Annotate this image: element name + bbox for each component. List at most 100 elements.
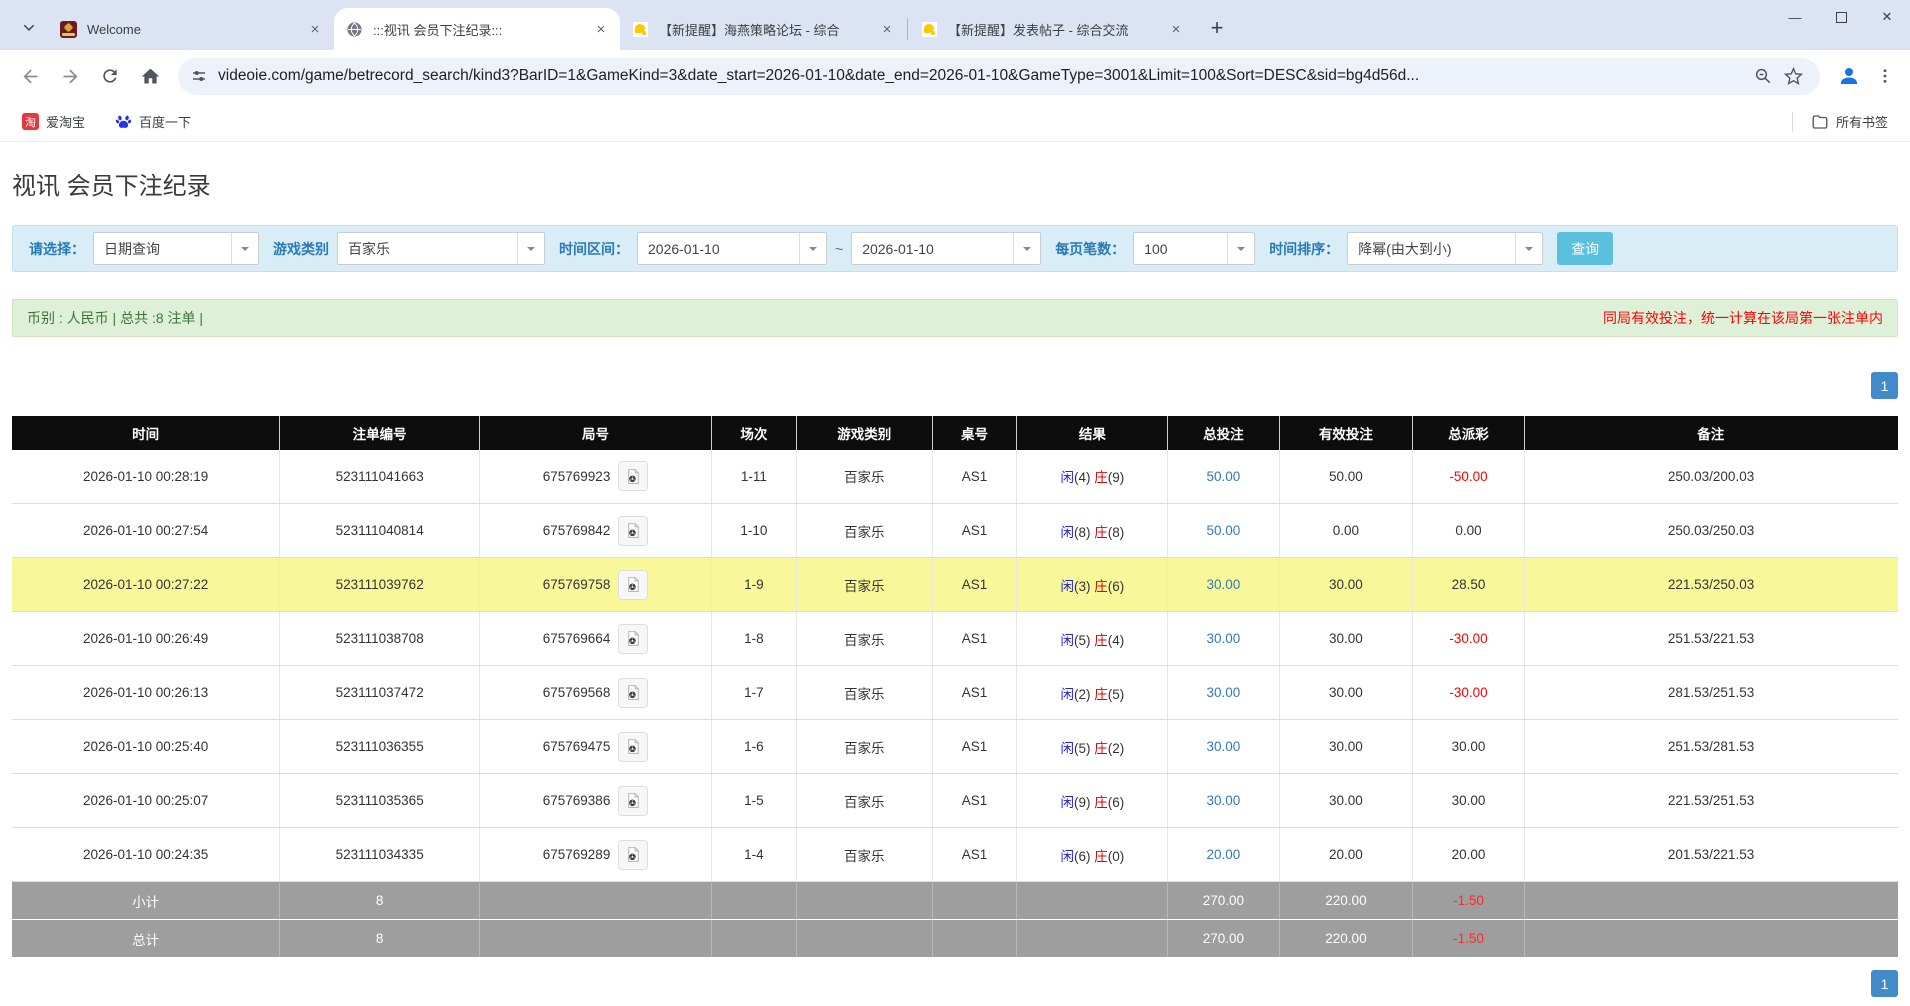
cell-remark: 250.03/200.03 bbox=[1524, 450, 1897, 504]
browser-tab-forum-1[interactable]: 【新提醒】海燕策略论坛 - 综合 × bbox=[620, 8, 906, 50]
date-start-select[interactable]: 2026-01-10 bbox=[637, 232, 827, 265]
reload-button[interactable] bbox=[93, 59, 127, 93]
empty-cell bbox=[932, 882, 1017, 920]
cell-total-bet[interactable]: 30.00 bbox=[1168, 720, 1279, 774]
replay-button[interactable] bbox=[618, 840, 648, 870]
video-replay-icon bbox=[625, 792, 642, 809]
cell-valid-bet: 20.00 bbox=[1279, 828, 1413, 882]
replay-button[interactable] bbox=[618, 678, 648, 708]
tab-title: :::视讯 会员下注纪录::: bbox=[373, 20, 586, 39]
result-player-score: (5) bbox=[1074, 741, 1091, 756]
cell-total-bet[interactable]: 20.00 bbox=[1168, 828, 1279, 882]
query-type-select[interactable]: 日期查询 bbox=[93, 232, 259, 265]
new-tab-button[interactable]: + bbox=[1203, 14, 1231, 42]
profile-avatar-button[interactable] bbox=[1832, 59, 1866, 93]
browser-tab-betrecord-active[interactable]: :::视讯 会员下注纪录::: × bbox=[334, 8, 620, 50]
replay-button[interactable] bbox=[618, 461, 648, 491]
window-maximize-button[interactable] bbox=[1818, 0, 1864, 34]
header-round: 局号 bbox=[480, 417, 712, 450]
tab-close-icon[interactable]: × bbox=[1167, 20, 1185, 38]
result-banker: 庄 bbox=[1094, 687, 1108, 702]
bookmark-taobao[interactable]: 淘 爱淘宝 bbox=[14, 108, 93, 135]
per-page-select[interactable]: 100 bbox=[1133, 232, 1255, 265]
window-close-button[interactable]: ✕ bbox=[1864, 0, 1910, 34]
browser-menu-button[interactable] bbox=[1870, 61, 1900, 91]
sort-select[interactable]: 降幂(由大到小) bbox=[1347, 232, 1543, 265]
replay-button[interactable] bbox=[618, 570, 648, 600]
replay-button[interactable] bbox=[618, 624, 648, 654]
cell-total-bet[interactable]: 50.00 bbox=[1168, 504, 1279, 558]
cell-valid-bet: 30.00 bbox=[1279, 558, 1413, 612]
empty-cell bbox=[712, 920, 797, 958]
bookmark-baidu[interactable]: 百度一下 bbox=[107, 108, 199, 135]
chevron-down-icon bbox=[517, 233, 544, 264]
header-time: 时间 bbox=[12, 417, 280, 450]
result-player: 闲 bbox=[1060, 795, 1074, 810]
total-bet-link[interactable]: 50.00 bbox=[1206, 523, 1240, 538]
tab-close-icon[interactable]: × bbox=[878, 20, 896, 38]
page-1-button[interactable]: 1 bbox=[1871, 970, 1898, 997]
currency-total-text: 币别 : 人民币 | 总共 :8 注单 | bbox=[27, 308, 203, 328]
game-type-select[interactable]: 百家乐 bbox=[337, 232, 545, 265]
window-minimize-button[interactable]: — bbox=[1772, 0, 1818, 34]
cell-bet-id: 523111034335 bbox=[280, 828, 480, 882]
casino-favicon-icon bbox=[60, 21, 77, 38]
total-bet-link[interactable]: 30.00 bbox=[1206, 739, 1240, 754]
table-row: 2026-01-10 00:28:19523111041663675769923… bbox=[12, 450, 1898, 504]
table-row: 2026-01-10 00:24:35523111034335675769289… bbox=[12, 828, 1898, 882]
table-row: 2026-01-10 00:26:49523111038708675769664… bbox=[12, 612, 1898, 666]
browser-tab-forum-2[interactable]: 【新提醒】发表帖子 - 综合交流 × bbox=[909, 8, 1195, 50]
cell-result: 闲(3) 庄(6) bbox=[1017, 558, 1168, 612]
cell-bet-id: 523111041663 bbox=[280, 450, 480, 504]
video-replay-icon bbox=[625, 576, 642, 593]
cell-total-bet[interactable]: 30.00 bbox=[1168, 774, 1279, 828]
round-number: 675769289 bbox=[543, 847, 611, 862]
cell-total-bet[interactable]: 30.00 bbox=[1168, 558, 1279, 612]
round-number: 675769842 bbox=[543, 523, 611, 538]
tab-close-icon[interactable]: × bbox=[592, 20, 610, 38]
header-bet-id: 注单编号 bbox=[280, 417, 480, 450]
bookmark-star-button[interactable] bbox=[1778, 61, 1808, 91]
url-text[interactable]: videoie.com/game/betrecord_search/kind3?… bbox=[218, 67, 1748, 85]
replay-button[interactable] bbox=[618, 732, 648, 762]
cell-remark: 281.53/251.53 bbox=[1524, 666, 1897, 720]
total-bet-link[interactable]: 50.00 bbox=[1206, 469, 1240, 484]
tab-close-icon[interactable]: × bbox=[306, 20, 324, 38]
total-bet-link[interactable]: 20.00 bbox=[1206, 847, 1240, 862]
address-bar[interactable]: videoie.com/game/betrecord_search/kind3?… bbox=[178, 58, 1820, 95]
zoom-button[interactable] bbox=[1748, 61, 1778, 91]
page-1-button[interactable]: 1 bbox=[1871, 372, 1898, 399]
cell-table-no: AS1 bbox=[932, 558, 1017, 612]
video-replay-icon bbox=[625, 846, 642, 863]
cell-round: 675769758 bbox=[480, 558, 712, 612]
cell-session: 1-5 bbox=[712, 774, 797, 828]
date-end-select[interactable]: 2026-01-10 bbox=[851, 232, 1041, 265]
browser-tab-welcome[interactable]: Welcome × bbox=[48, 8, 334, 50]
total-bet-link[interactable]: 30.00 bbox=[1206, 685, 1240, 700]
all-bookmarks-button[interactable]: 所有书签 bbox=[1803, 108, 1896, 135]
replay-button[interactable] bbox=[618, 516, 648, 546]
total-bet-link[interactable]: 30.00 bbox=[1206, 631, 1240, 646]
cell-game-type: 百家乐 bbox=[796, 828, 932, 882]
cell-total-bet[interactable]: 30.00 bbox=[1168, 666, 1279, 720]
total-bet-link[interactable]: 30.00 bbox=[1206, 793, 1240, 808]
home-button[interactable] bbox=[133, 59, 167, 93]
cell-remark: 251.53/221.53 bbox=[1524, 612, 1897, 666]
total-bet-link[interactable]: 30.00 bbox=[1206, 577, 1240, 592]
pagination-bottom: 1 bbox=[12, 970, 1898, 997]
tab-search-button[interactable] bbox=[14, 12, 44, 42]
home-icon bbox=[140, 66, 161, 87]
result-player: 闲 bbox=[1060, 633, 1074, 648]
cell-total-bet[interactable]: 50.00 bbox=[1168, 450, 1279, 504]
forward-button[interactable] bbox=[53, 59, 87, 93]
cell-total-bet[interactable]: 30.00 bbox=[1168, 612, 1279, 666]
search-button[interactable]: 查询 bbox=[1557, 232, 1613, 265]
subtotal-label: 小计 bbox=[12, 882, 280, 920]
bookmark-label: 百度一下 bbox=[139, 112, 191, 131]
forum-favicon-icon bbox=[921, 21, 938, 38]
maximize-icon bbox=[1836, 12, 1847, 23]
back-button[interactable] bbox=[13, 59, 47, 93]
cell-game-type: 百家乐 bbox=[796, 558, 932, 612]
magnifier-icon bbox=[1754, 67, 1772, 85]
replay-button[interactable] bbox=[618, 786, 648, 816]
